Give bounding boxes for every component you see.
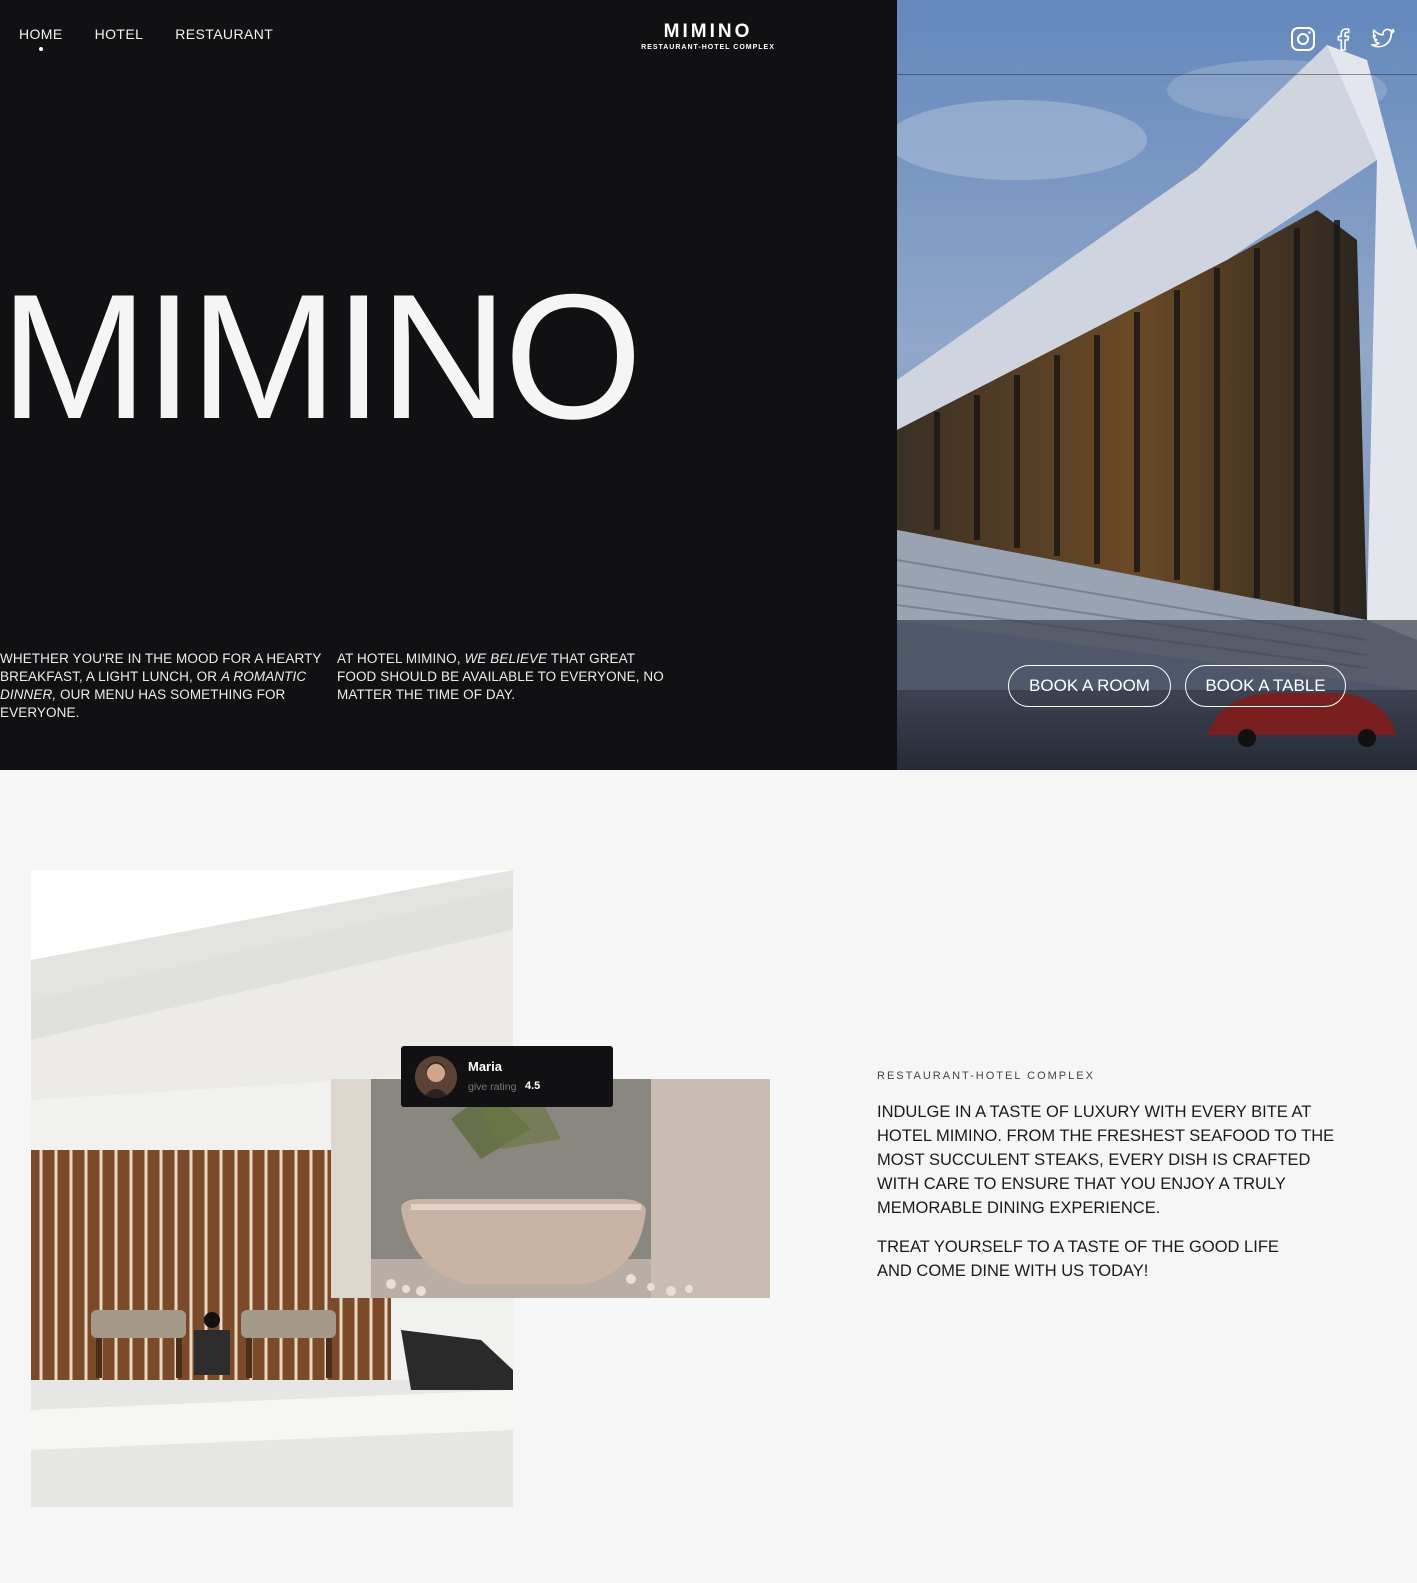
avatar-portrait — [415, 1056, 457, 1098]
review-card: Maria give rating 4.5 — [401, 1046, 613, 1107]
brand-logo[interactable]: MIMINO RESTAURANT-HOTEL COMPLEX — [633, 21, 783, 52]
bathtub-illustration — [331, 1079, 770, 1298]
hero-intro-left: WHETHER YOU'RE IN THE MOOD FOR A HEARTY … — [0, 650, 334, 722]
book-table-button[interactable]: BOOK A TABLE — [1185, 665, 1346, 707]
header-divider — [897, 74, 1417, 75]
rating-value: 4.5 — [525, 1080, 541, 1092]
facebook-icon[interactable] — [1330, 26, 1356, 52]
nav-item-restaurant[interactable]: RESTAURANT — [175, 26, 273, 42]
hero-title: MIMINO — [0, 257, 642, 456]
nav-item-hotel[interactable]: HOTEL — [95, 26, 144, 42]
instagram-icon[interactable] — [1290, 26, 1316, 52]
book-room-button[interactable]: BOOK A ROOM — [1008, 665, 1171, 707]
section-eyebrow: RESTAURANT-HOTEL COMPLEX — [877, 1070, 1095, 1082]
rating-label: give rating — [468, 1081, 517, 1093]
brand-name: MIMINO — [663, 21, 753, 42]
intro-right-text-a: AT HOTEL MIMINO, — [337, 651, 465, 666]
social-links — [1290, 26, 1396, 52]
about-paragraph-2: TREAT YOURSELF TO A TASTE OF THE GOOD LI… — [877, 1238, 1279, 1280]
hotel-building-photo — [897, 0, 1417, 770]
main-nav: HOME HOTEL RESTAURANT — [19, 26, 273, 51]
avatar — [415, 1056, 457, 1098]
about-paragraph-1: INDULGE IN A TASTE OF LUXURY WITH EVERY … — [877, 1103, 1335, 1217]
reviewer-name: Maria — [468, 1059, 502, 1074]
bathroom-photo — [331, 1079, 770, 1298]
hero-intro-right: AT HOTEL MIMINO, WE BELIEVE THAT GREAT F… — [337, 650, 667, 704]
building-illustration — [897, 0, 1417, 770]
brand-subtitle: RESTAURANT-HOTEL COMPLEX — [641, 44, 775, 51]
twitter-icon[interactable] — [1370, 26, 1396, 52]
nav-item-home[interactable]: HOME — [19, 26, 63, 51]
intro-right-text-b: WE BELIEVE — [464, 651, 548, 666]
